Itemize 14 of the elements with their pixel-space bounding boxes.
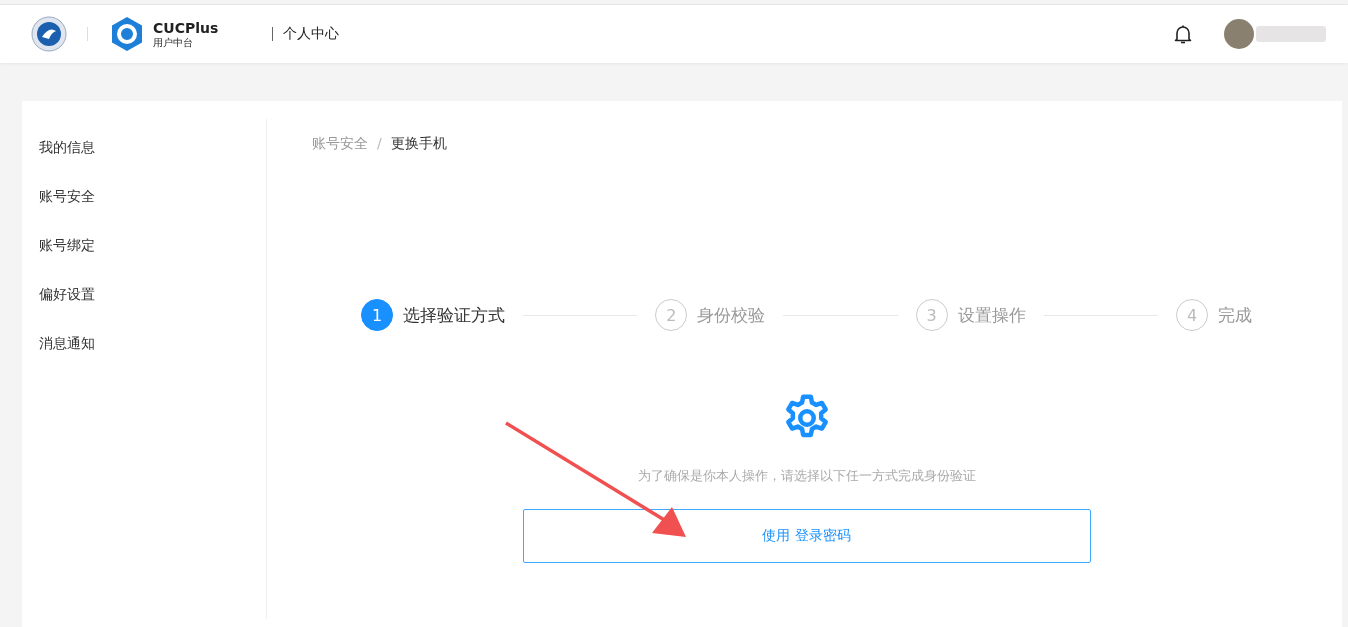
brand-subtitle: 用户中台 <box>153 36 194 49</box>
brand-name: CUCPlus <box>153 19 219 37</box>
section-title: 个人中心 <box>283 25 340 43</box>
sidebar-item[interactable]: 账号绑定 <box>22 227 266 276</box>
step-number: 1 <box>361 299 393 331</box>
sidebar-item[interactable]: 我的信息 <box>22 129 266 178</box>
step-label: 完成 <box>1218 303 1252 327</box>
sidebar-item[interactable]: 账号安全 <box>22 178 266 227</box>
step-label: 设置操作 <box>957 303 1026 327</box>
sidebar-item[interactable]: 消息通知 <box>22 325 266 374</box>
breadcrumb-separator: / <box>377 135 382 153</box>
sidebar-item[interactable]: 偏好设置 <box>22 276 266 325</box>
step-label: 身份校验 <box>697 303 766 327</box>
step-label: 选择验证方式 <box>403 303 505 327</box>
